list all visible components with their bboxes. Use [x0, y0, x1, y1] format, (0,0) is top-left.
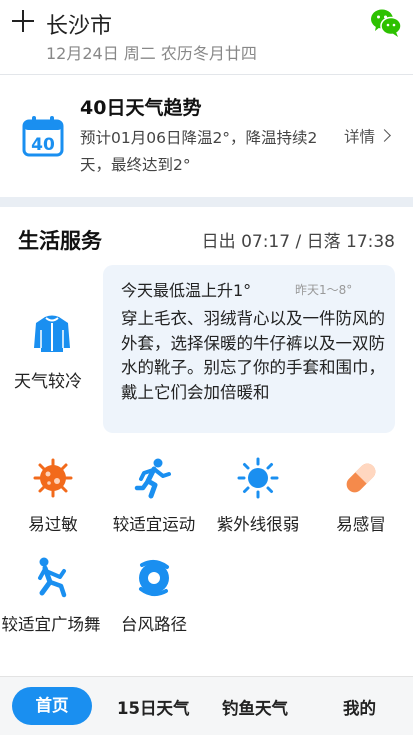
- square-dance-index[interactable]: 较适宜广场舞: [1, 557, 101, 637]
- dressing-index-label[interactable]: 天气较冷: [14, 367, 82, 392]
- header: 长沙市 12月24日 周二 农历冬月廿四: [0, 0, 413, 74]
- wechat-share-icon[interactable]: [369, 6, 403, 40]
- forecast-40day-description: 预计01月06日降温2°，降温持续2天，最终达到2°: [80, 129, 318, 174]
- uv-label: 紫外线很弱: [216, 515, 300, 534]
- tab-fishing[interactable]: 钓鱼天气: [222, 695, 288, 719]
- sport-index[interactable]: 较适宜运动: [104, 457, 204, 537]
- life-services-section: 生活服务 日出 07:17 / 日落 17:38 天气较冷 今天最低温上升1° …: [0, 207, 413, 677]
- square-dance-label: 较适宜广场舞: [1, 615, 101, 634]
- forecast-40day-card[interactable]: 40 40日天气趋势 预计01月06日降温2°，降温持续2天，最终达到2° 详情: [0, 75, 413, 197]
- sport-label: 较适宜运动: [112, 515, 196, 534]
- allergy-index[interactable]: 易过敏: [3, 457, 103, 537]
- city-name[interactable]: 长沙市: [46, 8, 112, 40]
- section-gap: [0, 197, 413, 207]
- tab-home[interactable]: 首页: [12, 687, 92, 725]
- allergy-icon: [33, 458, 73, 498]
- calendar-number: 40: [31, 135, 55, 155]
- detail-label: 详情: [343, 128, 375, 146]
- uv-sun-icon: [237, 457, 279, 499]
- typhoon-label: 台风路径: [121, 615, 187, 634]
- bottom-tab-bar: 首页 15日天气 钓鱼天气 我的: [0, 676, 413, 735]
- running-icon: [134, 458, 171, 499]
- dressing-temp-change: 今天最低温上升1°: [121, 281, 252, 300]
- life-services-title: 生活服务: [18, 229, 102, 253]
- sunrise-sunset: 日出 07:17 / 日落 17:38: [201, 232, 395, 252]
- dance-icon: [38, 557, 67, 598]
- date-lunar: 12月24日 周二 农历冬月廿四: [46, 44, 257, 63]
- add-city-icon[interactable]: [10, 8, 36, 34]
- typhoon-path[interactable]: 台风路径: [104, 557, 204, 637]
- pill-icon: [346, 463, 376, 493]
- tab-15day[interactable]: 15日天气: [117, 695, 189, 719]
- dressing-advice-text: 穿上毛衣、羽绒背心以及一件防风的外套，选择保暖的牛仔裤以及一双防水的靴子。别忘了…: [121, 309, 385, 402]
- tab-mine[interactable]: 我的: [343, 695, 376, 719]
- cold-index[interactable]: 易感冒: [311, 457, 411, 537]
- forecast-40day-title: 40日天气趋势: [80, 97, 202, 119]
- uv-index[interactable]: 紫外线很弱: [208, 457, 308, 537]
- allergy-label: 易过敏: [28, 515, 78, 534]
- dressing-advice-card[interactable]: 今天最低温上升1° 昨天1～8° 穿上毛衣、羽绒背心以及一件防风的外套，选择保暖…: [103, 265, 395, 433]
- cold-label: 易感冒: [336, 515, 386, 534]
- typhoon-icon: [139, 560, 169, 596]
- coat-icon: [34, 315, 70, 352]
- dressing-yesterday-range: 昨天1～8°: [295, 283, 353, 297]
- calendar-icon: 40: [22, 116, 64, 157]
